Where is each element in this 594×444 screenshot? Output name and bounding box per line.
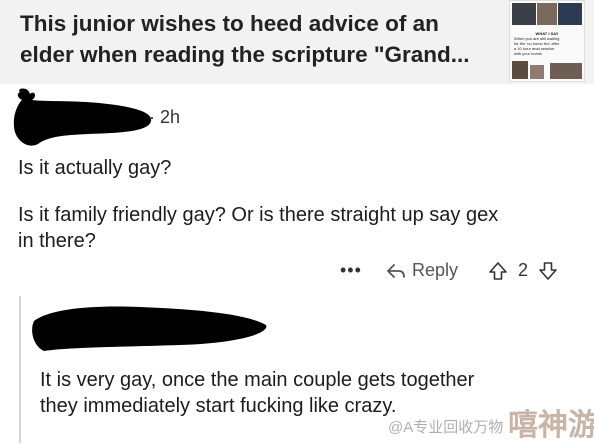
thumbnail-photo-6 — [550, 63, 582, 79]
reply-arrow-icon — [387, 263, 405, 278]
thumbnail-caption: WHAT I SAY When you are still waiting fo… — [514, 31, 580, 56]
watermark-text: @A专业回收万物 — [388, 419, 504, 436]
post-thumbnail[interactable]: WHAT I SAY When you are still waiting fo… — [509, 0, 585, 82]
vote-score: 2 — [518, 260, 529, 280]
redacted-reply-author — [32, 306, 267, 351]
thumbnail-photo-3 — [558, 3, 582, 25]
reply-text-line: It is very gay, once the main couple get… — [40, 369, 475, 391]
thumbnail-caption-line: with your homie — [514, 51, 543, 56]
comment-text-line: Is it family friendly gay? Or is there s… — [18, 204, 499, 226]
watermark-logo: 嘻神游 — [508, 409, 594, 442]
thread-line[interactable] — [19, 296, 21, 443]
post-header[interactable]: This junior wishes to heed advice of an … — [0, 0, 594, 84]
redacted-username — [13, 88, 152, 146]
thumbnail-photo-5 — [530, 65, 544, 79]
upvote-icon[interactable] — [488, 261, 508, 281]
more-options-button[interactable]: ••• — [340, 260, 362, 281]
comment-timestamp: · 2h — [149, 107, 181, 127]
reply-label: Reply — [412, 260, 459, 280]
post-title[interactable]: This junior wishes to heed advice of an … — [20, 8, 490, 70]
post-title-line-1: This junior wishes to heed advice of an — [20, 11, 439, 36]
comment: · 2h Is it actually gay? Is it family fr… — [0, 84, 594, 443]
comment-text-line: Is it actually gay? — [18, 157, 172, 179]
comment-time: 2h — [160, 107, 181, 127]
thumbnail-photo-2 — [537, 3, 557, 25]
thumbnail-photo-4 — [512, 61, 528, 79]
comment-text-line: in there? — [18, 230, 96, 252]
reply-text-line: they immediately start fucking like craz… — [40, 395, 397, 417]
vote-controls: 2 — [488, 260, 558, 281]
reply-button[interactable]: Reply — [386, 260, 458, 281]
thumbnail-photo-1 — [512, 3, 536, 25]
downvote-icon[interactable] — [538, 261, 558, 281]
post-title-line-2: elder when reading the scripture "Grand.… — [20, 42, 470, 67]
